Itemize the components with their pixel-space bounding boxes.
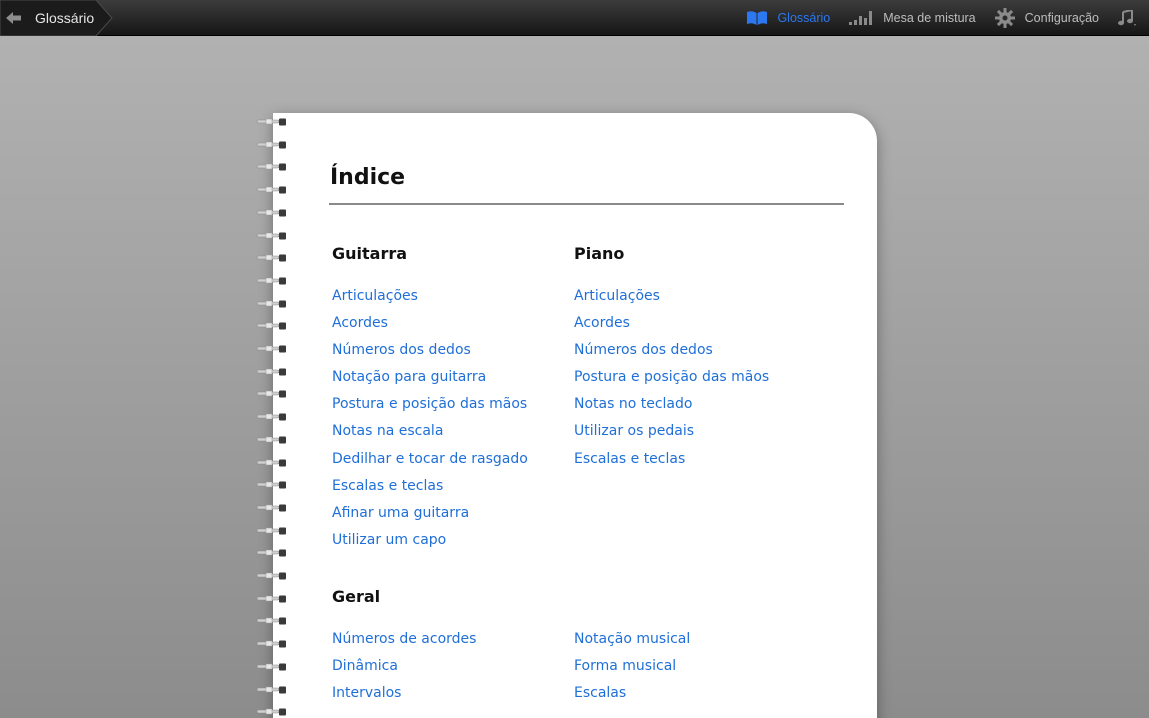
tab-glossario-label: Glossário (777, 11, 831, 25)
top-toolbar: Glossário Glossário Mesa de mistura Conf… (0, 0, 1149, 36)
back-button-label: Glossário (35, 10, 95, 26)
link-guitarra-numeros-dos-dedos[interactable]: Números dos dedos (332, 341, 528, 368)
link-geral-forma-musical[interactable]: Forma musical (574, 657, 690, 684)
spiral-ring (256, 368, 286, 376)
spiral-ring (256, 277, 286, 285)
book-icon (747, 11, 768, 25)
spiral-ring (256, 686, 286, 693)
back-arrow-icon (6, 12, 21, 24)
link-piano-acordes[interactable]: Acordes (574, 314, 769, 341)
spiral-ring (256, 708, 286, 716)
spiral-ring (256, 617, 286, 625)
spiral-binding (256, 118, 292, 718)
spiral-ring (256, 459, 286, 466)
spiral-ring (256, 436, 286, 444)
spiral-ring (256, 504, 286, 512)
link-piano-articulacoes[interactable]: Articulações (574, 287, 769, 314)
piano-link-list: Articulações Acordes Números dos dedos P… (574, 287, 769, 477)
link-piano-numeros-dos-dedos[interactable]: Números dos dedos (574, 341, 769, 368)
link-guitarra-afinar[interactable]: Afinar uma guitarra (332, 504, 528, 531)
title-divider (329, 203, 844, 205)
back-button[interactable]: Glossário (0, 0, 113, 36)
link-guitarra-notacao[interactable]: Notação para guitarra (332, 368, 528, 395)
spiral-ring (256, 163, 286, 171)
link-piano-pedais[interactable]: Utilizar os pedais (574, 422, 769, 449)
section-heading-guitarra: Guitarra (332, 244, 408, 263)
link-guitarra-articulacoes[interactable]: Articulações (332, 287, 528, 314)
spiral-ring (256, 118, 286, 126)
guitarra-link-list: Articulações Acordes Números dos dedos N… (332, 287, 528, 558)
tab-mesa-de-mistura-label: Mesa de mistura (883, 11, 976, 25)
link-guitarra-notas-na-escala[interactable]: Notas na escala (332, 422, 528, 449)
spiral-ring (256, 186, 286, 194)
tab-mesa-de-mistura[interactable]: Mesa de mistura (848, 10, 976, 26)
spiral-ring (256, 481, 286, 489)
tab-configuracao-label: Configuração (1024, 11, 1099, 25)
mixer-icon (849, 11, 873, 25)
tab-glossario[interactable]: Glossário (746, 10, 830, 26)
link-geral-intervalos[interactable]: Intervalos (332, 684, 476, 711)
music-note-icon (1118, 10, 1136, 26)
link-piano-escalas-e-teclas[interactable]: Escalas e teclas (574, 450, 769, 477)
spiral-ring (256, 322, 286, 330)
link-guitarra-dedilhar[interactable]: Dedilhar e tocar de rasgado (332, 450, 528, 477)
spiral-ring (256, 527, 286, 535)
spiral-ring (256, 663, 286, 671)
spiral-ring (256, 390, 286, 398)
link-piano-notas-no-teclado[interactable]: Notas no teclado (574, 395, 769, 422)
link-guitarra-escalas-e-teclas[interactable]: Escalas e teclas (332, 477, 528, 504)
spiral-ring (256, 640, 286, 648)
link-geral-numeros-de-acordes[interactable]: Números de acordes (332, 630, 476, 657)
spiral-ring (256, 549, 286, 557)
spiral-ring (256, 413, 286, 421)
link-geral-dinamica[interactable]: Dinâmica (332, 657, 476, 684)
link-geral-escalas[interactable]: Escalas (574, 684, 690, 711)
spiral-ring (256, 572, 286, 580)
spiral-ring (256, 300, 286, 308)
section-heading-piano: Piano (574, 244, 625, 263)
page-title: Índice (330, 165, 406, 190)
link-guitarra-acordes[interactable]: Acordes (332, 314, 528, 341)
tab-configuracao[interactable]: Configuração (994, 7, 1099, 29)
spiral-ring (256, 345, 286, 353)
link-guitarra-postura[interactable]: Postura e posição das mãos (332, 395, 528, 422)
link-piano-postura[interactable]: Postura e posição das mãos (574, 368, 769, 395)
link-guitarra-capo[interactable]: Utilizar um capo (332, 531, 528, 558)
spiral-ring (256, 232, 286, 239)
spiral-ring (256, 254, 286, 262)
geral-link-list-right: Notação musical Forma musical Escalas (574, 630, 690, 711)
section-heading-geral: Geral (332, 587, 381, 606)
spiral-ring (256, 141, 286, 149)
gear-icon (994, 8, 1015, 28)
spiral-ring (256, 595, 286, 603)
link-geral-notacao-musical[interactable]: Notação musical (574, 630, 690, 657)
geral-link-list-left: Números de acordes Dinâmica Intervalos (332, 630, 476, 711)
spiral-ring (256, 209, 286, 217)
tab-music[interactable] (1117, 10, 1137, 26)
